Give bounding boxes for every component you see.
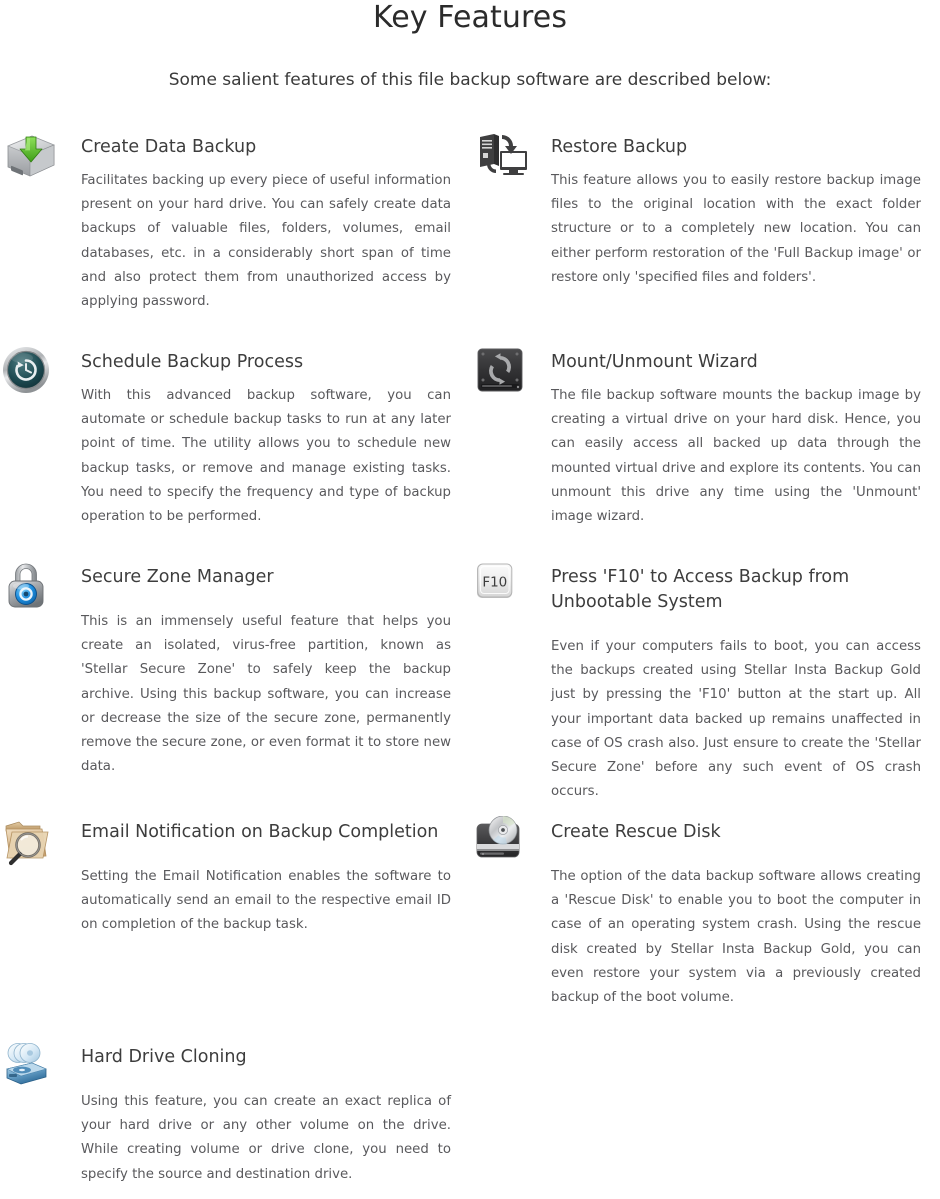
feature-item: Schedule Backup Process With this advanc… xyxy=(0,344,470,559)
feature-icon-column xyxy=(2,344,81,559)
feature-icon-column xyxy=(472,814,551,1039)
feature-icon-column xyxy=(2,1039,81,1199)
feature-item: Create Data Backup Facilitates backing u… xyxy=(0,129,470,344)
feature-title: Create Data Backup xyxy=(81,137,257,157)
feature-text-column: Mount/Unmount Wizard The file backup sof… xyxy=(551,344,940,559)
feature-item: Secure Zone Manager This is an immensely… xyxy=(0,559,470,814)
feature-title: Secure Zone Manager xyxy=(81,567,274,587)
feature-body: With this advanced backup software, you … xyxy=(81,388,451,525)
feature-text-column: Create Data Backup Facilitates backing u… xyxy=(81,129,470,344)
feature-icon-column xyxy=(472,344,551,559)
feature-text-column: Schedule Backup Process With this advanc… xyxy=(81,344,470,559)
feature-icon-column xyxy=(2,559,81,814)
restore-computer-monitor-icon xyxy=(472,131,528,181)
feature-body: The file backup software mounts the back… xyxy=(551,388,921,525)
feature-body: Even if your computers fails to boot, yo… xyxy=(551,639,921,800)
rescue-disk-cd-icon xyxy=(472,816,528,866)
feature-title: Create Rescue Disk xyxy=(551,822,721,842)
padlock-icon xyxy=(2,561,58,611)
feature-item: Mount/Unmount Wizard The file backup sof… xyxy=(470,344,940,559)
feature-icon-column xyxy=(2,814,81,1039)
sync-drive-icon xyxy=(472,346,528,396)
feature-item: Create Rescue Disk The option of the dat… xyxy=(470,814,940,1039)
page-title: Key Features xyxy=(372,0,568,35)
feature-item: F10 Press 'F10' to Access Backup from Un… xyxy=(470,559,940,814)
feature-body: Setting the Email Notification enables t… xyxy=(81,869,451,933)
feature-text-column: Email Notification on Backup Completion … xyxy=(81,814,470,1039)
feature-title: Press 'F10' to Access Backup from Unboot… xyxy=(551,567,850,612)
feature-body: This is an immensely useful feature that… xyxy=(81,614,451,775)
feature-body: Using this feature, you can create an ex… xyxy=(81,1094,451,1182)
feature-item: Hard Drive Cloning Using this feature, y… xyxy=(0,1039,470,1199)
feature-icon-column: F10 xyxy=(472,559,551,814)
disc-stack-drive-icon xyxy=(2,1041,58,1091)
feature-icon-column xyxy=(472,129,551,344)
feature-text-column: Hard Drive Cloning Using this feature, y… xyxy=(81,1039,470,1199)
feature-title: Mount/Unmount Wizard xyxy=(551,352,758,372)
feature-icon-column xyxy=(2,129,81,344)
f10-key-icon: F10 xyxy=(472,561,528,611)
folder-magnifier-icon xyxy=(2,816,58,866)
features-grid: Create Data Backup Facilitates backing u… xyxy=(0,129,940,1199)
feature-body: This feature allows you to easily restor… xyxy=(551,173,921,285)
feature-title: Schedule Backup Process xyxy=(81,352,304,372)
f10-key-label: F10 xyxy=(482,575,507,591)
feature-text-column: Restore Backup This feature allows you t… xyxy=(551,129,940,344)
feature-item: Email Notification on Backup Completion … xyxy=(0,814,470,1039)
hard-drive-download-icon xyxy=(2,131,58,181)
feature-text-column: Secure Zone Manager This is an immensely… xyxy=(81,559,470,814)
feature-title: Restore Backup xyxy=(551,137,688,157)
feature-text-column: Create Rescue Disk The option of the dat… xyxy=(551,814,940,1039)
feature-body: The option of the data backup software a… xyxy=(551,869,921,1006)
key-features-page: Key Features Some salient features of th… xyxy=(0,0,940,1199)
clock-history-icon xyxy=(2,346,58,396)
feature-item: Restore Backup This feature allows you t… xyxy=(470,129,940,344)
feature-body: Facilitates backing up every piece of us… xyxy=(81,173,451,310)
page-subtitle: Some salient features of this file backu… xyxy=(168,70,772,90)
feature-text-column: Press 'F10' to Access Backup from Unboot… xyxy=(551,559,940,814)
feature-title: Hard Drive Cloning xyxy=(81,1047,247,1067)
feature-title: Email Notification on Backup Completion xyxy=(81,822,439,842)
